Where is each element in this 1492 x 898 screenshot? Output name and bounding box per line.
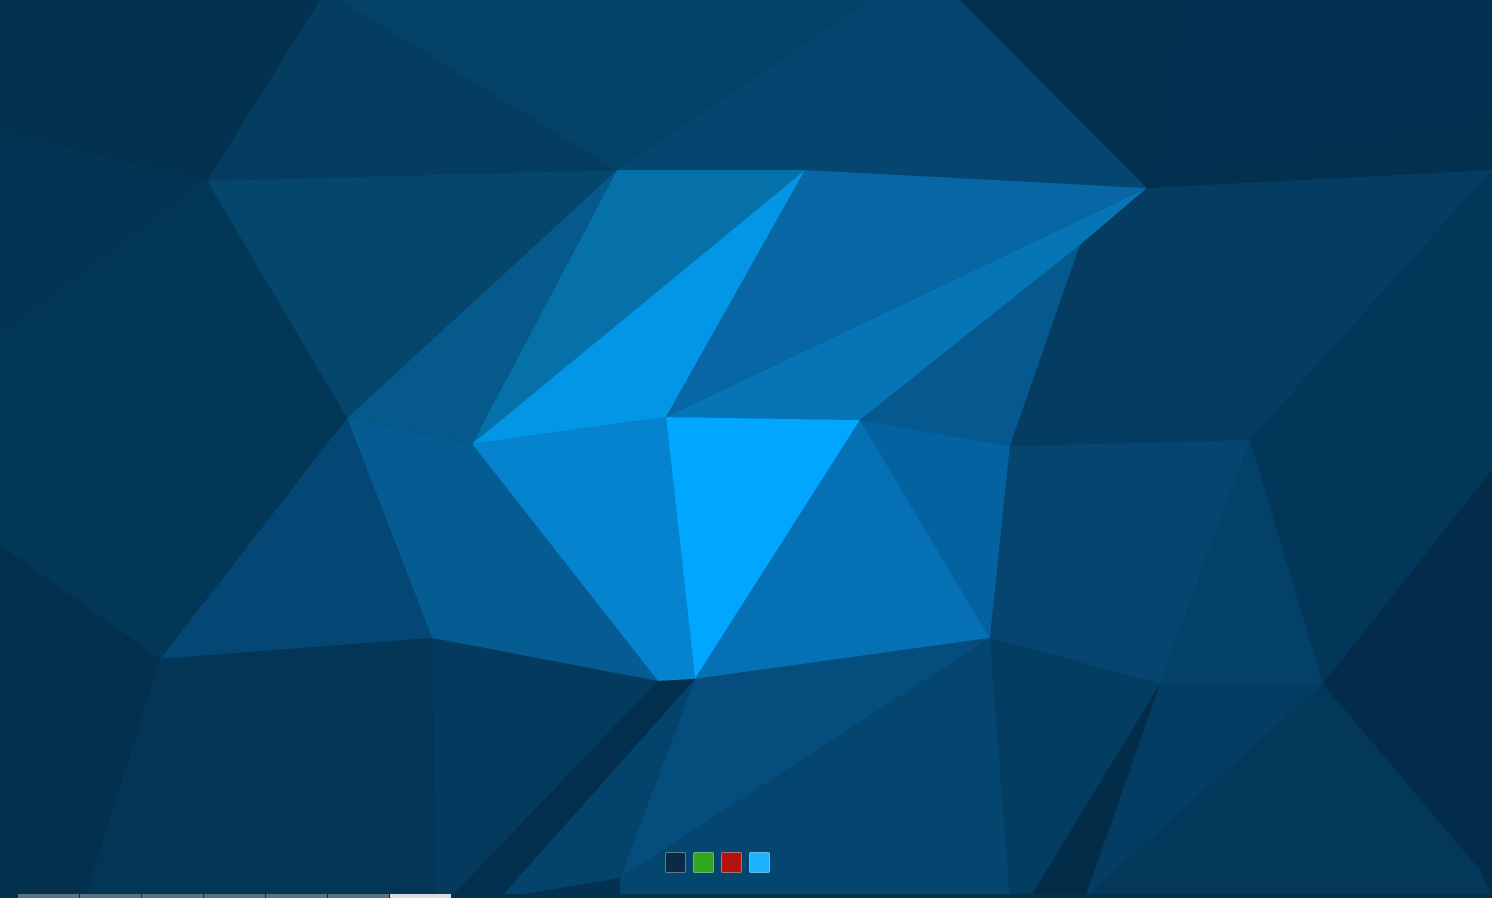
- color-swatch-row: [665, 852, 770, 873]
- panel-tab[interactable]: [142, 894, 203, 898]
- panel-tab[interactable]: [266, 894, 327, 898]
- lowpoly-wallpaper: [0, 0, 1492, 898]
- swatch-sky[interactable]: [749, 852, 770, 873]
- desktop: [0, 0, 1492, 898]
- panel-tab[interactable]: [18, 894, 79, 898]
- bottom-panel-spacer: [0, 894, 18, 898]
- panel-tab[interactable]: [204, 894, 265, 898]
- swatch-red[interactable]: [721, 852, 742, 873]
- panel-tab-active[interactable]: [390, 894, 451, 898]
- swatch-green[interactable]: [693, 852, 714, 873]
- panel-tab[interactable]: [80, 894, 141, 898]
- swatch-navy[interactable]: [665, 852, 686, 873]
- panel-tab[interactable]: [328, 894, 389, 898]
- bottom-panel: [0, 894, 1492, 898]
